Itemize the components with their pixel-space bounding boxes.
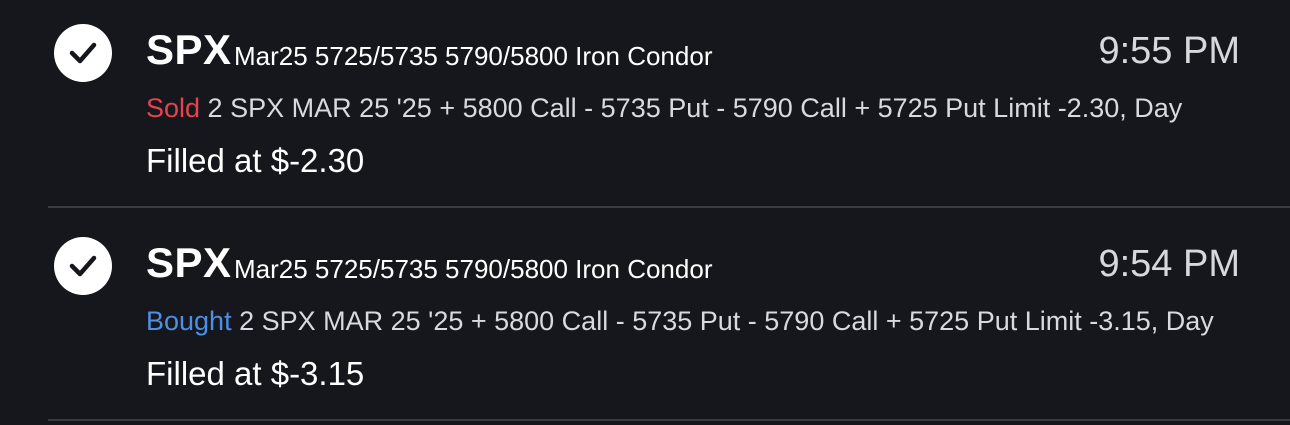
divider: [48, 206, 1290, 208]
order-strategy: Mar25 5725/5735 5790/5800 Iron Condor: [234, 254, 713, 284]
order-list: SPX Mar25 5725/5735 5790/5800 Iron Condo…: [0, 0, 1290, 425]
order-time: 9:55 PM: [1098, 30, 1240, 72]
order-description: 2 SPX MAR 25 '25 + 5800 Call - 5735 Put …: [231, 306, 1214, 336]
order-time: 9:54 PM: [1098, 243, 1240, 285]
checkmark-icon-glyph: [69, 255, 97, 277]
order-detail: Bought 2 SPX MAR 25 '25 + 5800 Call - 57…: [146, 305, 1214, 337]
order-description: 2 SPX MAR 25 '25 + 5800 Call - 5735 Put …: [200, 93, 1183, 123]
order-strategy: Mar25 5725/5735 5790/5800 Iron Condor: [234, 41, 713, 71]
order-side-bought: Bought: [146, 306, 232, 336]
order-fill-status: Filled at $-2.30: [146, 142, 365, 179]
order-side-sold: Sold: [146, 93, 201, 123]
checkmark-icon: [54, 24, 112, 82]
divider: [48, 419, 1290, 421]
order-item[interactable]: SPX Mar25 5725/5735 5790/5800 Iron Condo…: [0, 0, 1290, 213]
checkmark-icon: [54, 237, 112, 295]
order-symbol: SPX: [146, 26, 232, 73]
order-detail: Sold 2 SPX MAR 25 '25 + 5800 Call - 5735…: [146, 92, 1182, 124]
checkmark-icon-glyph: [69, 42, 97, 64]
order-item[interactable]: SPX Mar25 5725/5735 5790/5800 Iron Condo…: [0, 213, 1290, 425]
order-fill-status: Filled at $-3.15: [146, 355, 365, 392]
order-symbol: SPX: [146, 239, 232, 286]
